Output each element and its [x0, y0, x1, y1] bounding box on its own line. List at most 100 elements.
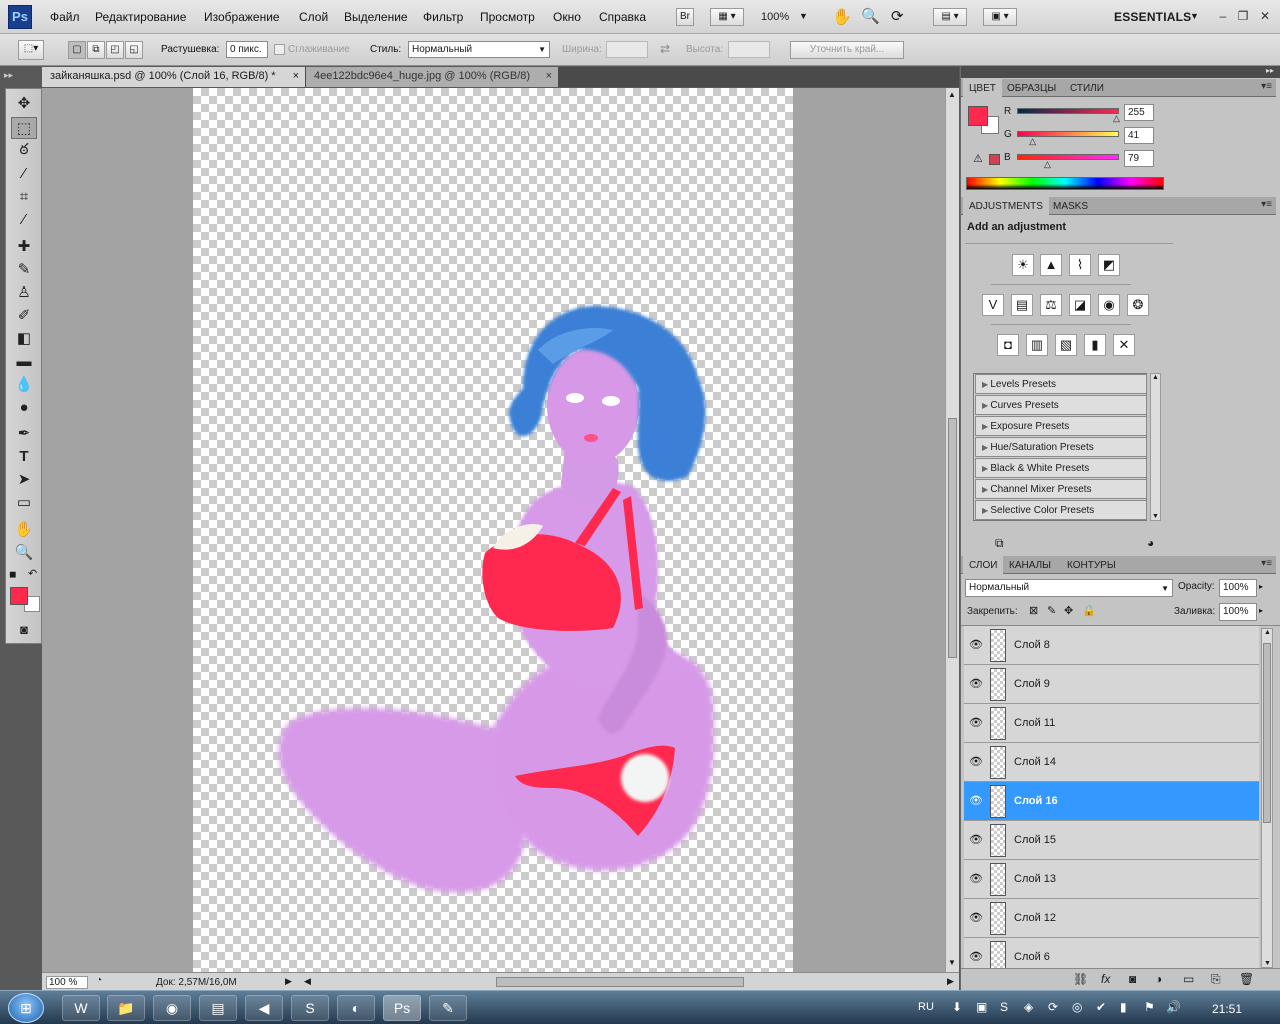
exposure-icon[interactable]: ◩: [1098, 254, 1120, 276]
close-window-button[interactable]: ✕: [1256, 8, 1274, 24]
zoom-field[interactable]: 100 %: [46, 976, 88, 989]
taskbar-chrome-icon[interactable]: ◐: [337, 995, 375, 1021]
panel-menu-icon[interactable]: ▾≡: [1261, 81, 1272, 92]
taskbar-winamp-icon[interactable]: W: [62, 995, 100, 1021]
tab-masks[interactable]: MASKS: [1047, 197, 1094, 215]
subtract-selection-icon[interactable]: ◰: [106, 41, 124, 59]
layer-name[interactable]: Слой 16: [1014, 795, 1058, 807]
taskbar-notepad-icon[interactable]: ▤: [199, 995, 237, 1021]
threshold-icon[interactable]: ▧: [1055, 334, 1077, 356]
layer-visibility-eye-icon[interactable]: 👁: [968, 950, 984, 964]
return-to-list-icon[interactable]: ⧉: [995, 536, 1004, 551]
lock-pixels-icon[interactable]: ✎: [1047, 604, 1056, 617]
blur-tool-icon[interactable]: 💧: [11, 374, 37, 396]
layer-row[interactable]: 👁 Слой 16: [964, 782, 1259, 821]
presets-scrollbar[interactable]: ▲ ▼: [1150, 373, 1161, 521]
menu-view[interactable]: Просмотр: [480, 10, 535, 24]
menu-filter[interactable]: Фильтр: [423, 10, 463, 24]
gamut-swatch[interactable]: [989, 154, 1000, 165]
preset-item[interactable]: ▶ Hue/Saturation Presets: [975, 437, 1147, 457]
zoom-tool-icon[interactable]: 🔍: [861, 7, 880, 25]
intersect-selection-icon[interactable]: ◱: [125, 41, 143, 59]
layer-style-icon[interactable]: fx: [1101, 972, 1110, 986]
refine-edge-button[interactable]: Уточнить край...: [790, 41, 904, 59]
layer-visibility-eye-icon[interactable]: 👁: [968, 755, 984, 769]
taskbar-skype-icon[interactable]: S: [291, 995, 329, 1021]
levels-icon[interactable]: ▲: [1040, 254, 1062, 276]
tray-download-icon[interactable]: ⬇: [952, 1000, 962, 1014]
status-menu-icon[interactable]: ◔: [96, 975, 102, 986]
screen-mode-button[interactable]: ▣ ▾: [983, 8, 1017, 26]
preset-item[interactable]: ▶ Exposure Presets: [975, 416, 1147, 436]
hue-saturation-icon[interactable]: ▤: [1011, 294, 1033, 316]
layer-thumbnail[interactable]: [990, 824, 1006, 857]
preset-item[interactable]: ▶ Channel Mixer Presets: [975, 479, 1147, 499]
lock-position-icon[interactable]: ✥: [1064, 604, 1073, 617]
r-value[interactable]: 255: [1124, 104, 1154, 121]
taskbar-firefox-icon[interactable]: ◉: [153, 995, 191, 1021]
clone-stamp-tool-icon[interactable]: ♙: [11, 282, 37, 304]
color-balance-icon[interactable]: ⚖: [1040, 294, 1062, 316]
close-tab-icon[interactable]: ×: [293, 70, 299, 82]
rectangular-marquee-tool-icon[interactable]: ⬚: [11, 117, 37, 139]
collapse-dock-icon[interactable]: ▸▸: [1266, 66, 1274, 75]
r-slider[interactable]: [1017, 108, 1119, 114]
layer-row[interactable]: 👁 Слой 15: [964, 821, 1259, 860]
r-slider-thumb[interactable]: △: [1113, 113, 1120, 124]
gamut-warning-icon[interactable]: ⚠: [973, 152, 983, 165]
scroll-up-icon[interactable]: ▲: [948, 90, 956, 99]
brush-tool-icon[interactable]: ✎: [11, 259, 37, 281]
tab-swatches[interactable]: ОБРАЗЦЫ: [1001, 79, 1062, 97]
rectangle-tool-icon[interactable]: ▭: [11, 492, 37, 514]
layer-thumbnail[interactable]: [990, 668, 1006, 701]
layer-visibility-eye-icon[interactable]: 👁: [968, 911, 984, 925]
color-panel-fg-swatch[interactable]: [968, 106, 988, 126]
layer-thumbnail[interactable]: [990, 863, 1006, 896]
taskbar-explorer-icon[interactable]: 📁: [107, 995, 145, 1021]
b-value[interactable]: 79: [1124, 150, 1154, 167]
add-mask-icon[interactable]: ◙: [1129, 972, 1136, 986]
preset-item[interactable]: ▶ Selective Color Presets: [975, 500, 1147, 520]
layer-thumbnail[interactable]: [990, 746, 1006, 779]
preset-item[interactable]: ▶ Levels Presets: [975, 374, 1147, 394]
start-button-icon[interactable]: ⊞: [8, 993, 44, 1023]
taskbar-photoshop-icon[interactable]: Ps: [383, 995, 421, 1021]
delete-layer-icon[interactable]: 🗑: [1239, 972, 1254, 986]
layer-visibility-eye-icon[interactable]: 👁: [968, 677, 984, 691]
crop-tool-icon[interactable]: ⌗: [11, 186, 37, 208]
menu-file[interactable]: Файл: [50, 10, 80, 24]
panel-menu-icon[interactable]: ▾≡: [1261, 199, 1272, 210]
workspace-switcher[interactable]: ESSENTIALS: [1114, 10, 1191, 24]
feather-input[interactable]: 0 пикс.: [226, 41, 268, 58]
layer-row[interactable]: 👁 Слой 13: [964, 860, 1259, 899]
type-tool-icon[interactable]: T: [11, 446, 37, 468]
scrollbar-thumb[interactable]: [948, 418, 957, 658]
lasso-tool-icon[interactable]: ఠ: [11, 139, 37, 161]
hand-tool-icon[interactable]: ✋: [832, 7, 852, 27]
menu-help[interactable]: Справка: [599, 10, 646, 24]
arrange-documents-button[interactable]: ▤ ▾: [933, 8, 967, 26]
style-select[interactable]: Нормальный ▼: [408, 41, 550, 58]
clip-to-layer-icon[interactable]: ◕: [1147, 536, 1154, 550]
default-colors-icon[interactable]: ◼: [9, 569, 16, 580]
layer-name[interactable]: Слой 6: [1014, 951, 1050, 963]
tray-network-icon[interactable]: ▮: [1120, 1000, 1127, 1014]
layer-row[interactable]: 👁 Слой 9: [964, 665, 1259, 704]
g-value[interactable]: 41: [1124, 127, 1154, 144]
tab-channels[interactable]: КАНАЛЫ: [1003, 556, 1057, 574]
layer-row[interactable]: 👁 Слой 11: [964, 704, 1259, 743]
view-extras-button[interactable]: ▦ ▾: [710, 8, 744, 26]
swap-colors-icon[interactable]: ↶: [28, 567, 37, 580]
preset-item[interactable]: ▶ Curves Presets: [975, 395, 1147, 415]
tray-antivirus-icon[interactable]: ✔: [1096, 1000, 1106, 1014]
layer-row[interactable]: 👁 Слой 8: [964, 626, 1259, 665]
lock-transparency-icon[interactable]: ⊠: [1029, 604, 1038, 617]
canvas-vertical-scrollbar[interactable]: ▲ ▼: [945, 88, 959, 972]
eyedropper-tool-icon[interactable]: ⁄: [11, 209, 37, 231]
tab-adjustments[interactable]: ADJUSTMENTS: [963, 197, 1049, 215]
menu-window[interactable]: Окно: [553, 10, 581, 24]
quick-mask-icon[interactable]: ◙: [11, 619, 37, 641]
eraser-tool-icon[interactable]: ◧: [11, 328, 37, 350]
layer-name[interactable]: Слой 13: [1014, 873, 1056, 885]
tab-layers[interactable]: СЛОИ: [963, 556, 1004, 574]
